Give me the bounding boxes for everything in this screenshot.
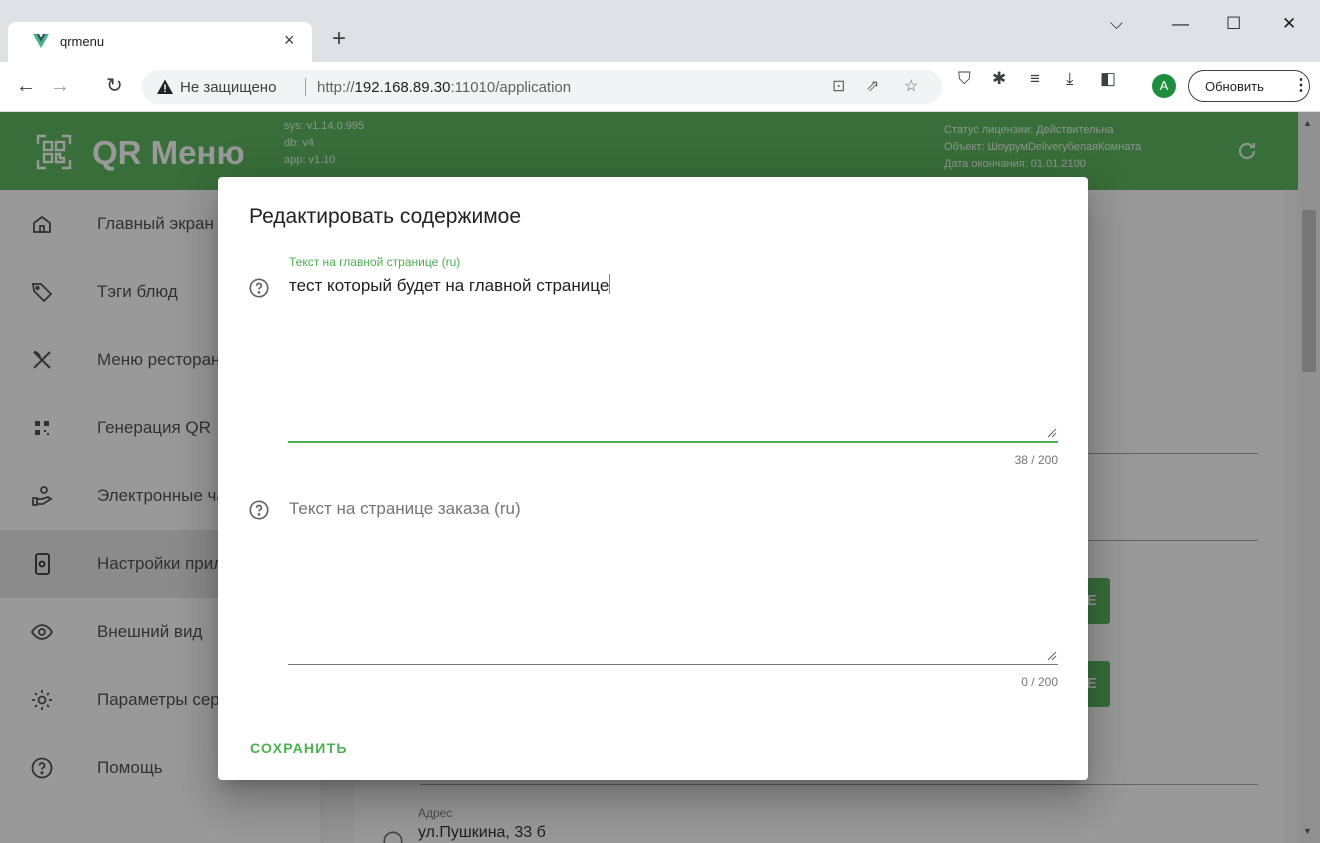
reload-icon[interactable]: ↻ <box>106 74 123 98</box>
not-secure-label[interactable]: Не защищено <box>180 79 276 96</box>
back-icon[interactable]: ← <box>16 74 36 98</box>
side-panel-icon[interactable]: ◧ <box>1100 70 1116 88</box>
browser-tab-bar: qrmenu × + ⌵ — ☐ ✕ <box>0 0 1320 62</box>
address-bar[interactable]: Не защищено http://192.168.89.30:11010/a… <box>142 70 942 104</box>
omnibox-divider <box>305 78 306 96</box>
text-caret <box>609 274 611 294</box>
order-page-text-underline <box>288 664 1058 665</box>
help-icon[interactable] <box>248 499 270 521</box>
download-icon[interactable]: ⤓ <box>1066 70 1074 88</box>
save-button[interactable]: СОХРАНИТЬ <box>238 730 360 766</box>
update-label: Обновить <box>1205 79 1264 94</box>
browser-tab[interactable]: qrmenu × <box>8 22 312 62</box>
browser-toolbar: ← → ↻ Не защищено http://192.168.89.30:1… <box>0 62 1320 112</box>
kebab-menu-icon[interactable]: ⋮ <box>1293 75 1309 95</box>
minimize-icon[interactable]: — <box>1172 14 1189 34</box>
order-page-text-input[interactable]: Текст на странице заказа (ru) <box>289 499 521 519</box>
tab-search-icon[interactable]: ⌵ <box>1110 14 1123 34</box>
warning-icon <box>157 79 173 94</box>
main-page-text-counter: 38 / 200 <box>1014 453 1058 467</box>
update-browser-button[interactable]: Обновить ⋮ <box>1188 70 1310 102</box>
close-window-icon[interactable]: ✕ <box>1282 14 1296 34</box>
main-page-text-input[interactable]: тест который будет на главной странице <box>289 274 611 296</box>
profile-avatar[interactable]: A <box>1152 74 1176 98</box>
main-page-text-label: Текст на главной странице (ru) <box>289 255 461 269</box>
bookmark-star-icon[interactable]: ☆ <box>904 78 918 96</box>
dialog-title: Редактировать содержимое <box>249 205 522 228</box>
url-text[interactable]: http://192.168.89.30:11010/application <box>317 79 571 96</box>
tab-close-icon[interactable]: × <box>284 30 295 50</box>
main-page-text-underline <box>288 441 1058 443</box>
vue-logo-icon <box>33 34 49 48</box>
reading-list-icon[interactable]: ≡ <box>1030 70 1040 88</box>
forward-icon[interactable]: → <box>50 74 70 98</box>
edit-content-dialog: Редактировать содержимое Текст на главно… <box>218 177 1088 780</box>
new-tab-icon[interactable]: + <box>332 26 346 52</box>
resize-handle-icon[interactable] <box>1047 651 1057 661</box>
share-icon[interactable]: ⇗ <box>866 78 879 96</box>
help-icon[interactable] <box>248 277 270 299</box>
extensions-puzzle-icon[interactable]: ✱ <box>992 70 1006 88</box>
order-page-text-counter: 0 / 200 <box>1021 675 1058 689</box>
tab-title: qrmenu <box>60 34 105 49</box>
maximize-icon[interactable]: ☐ <box>1226 14 1241 34</box>
shield-extension-icon[interactable]: ⛉ <box>958 70 971 88</box>
resize-handle-icon[interactable] <box>1047 428 1057 438</box>
translate-icon[interactable]: ⊡ <box>832 78 845 96</box>
